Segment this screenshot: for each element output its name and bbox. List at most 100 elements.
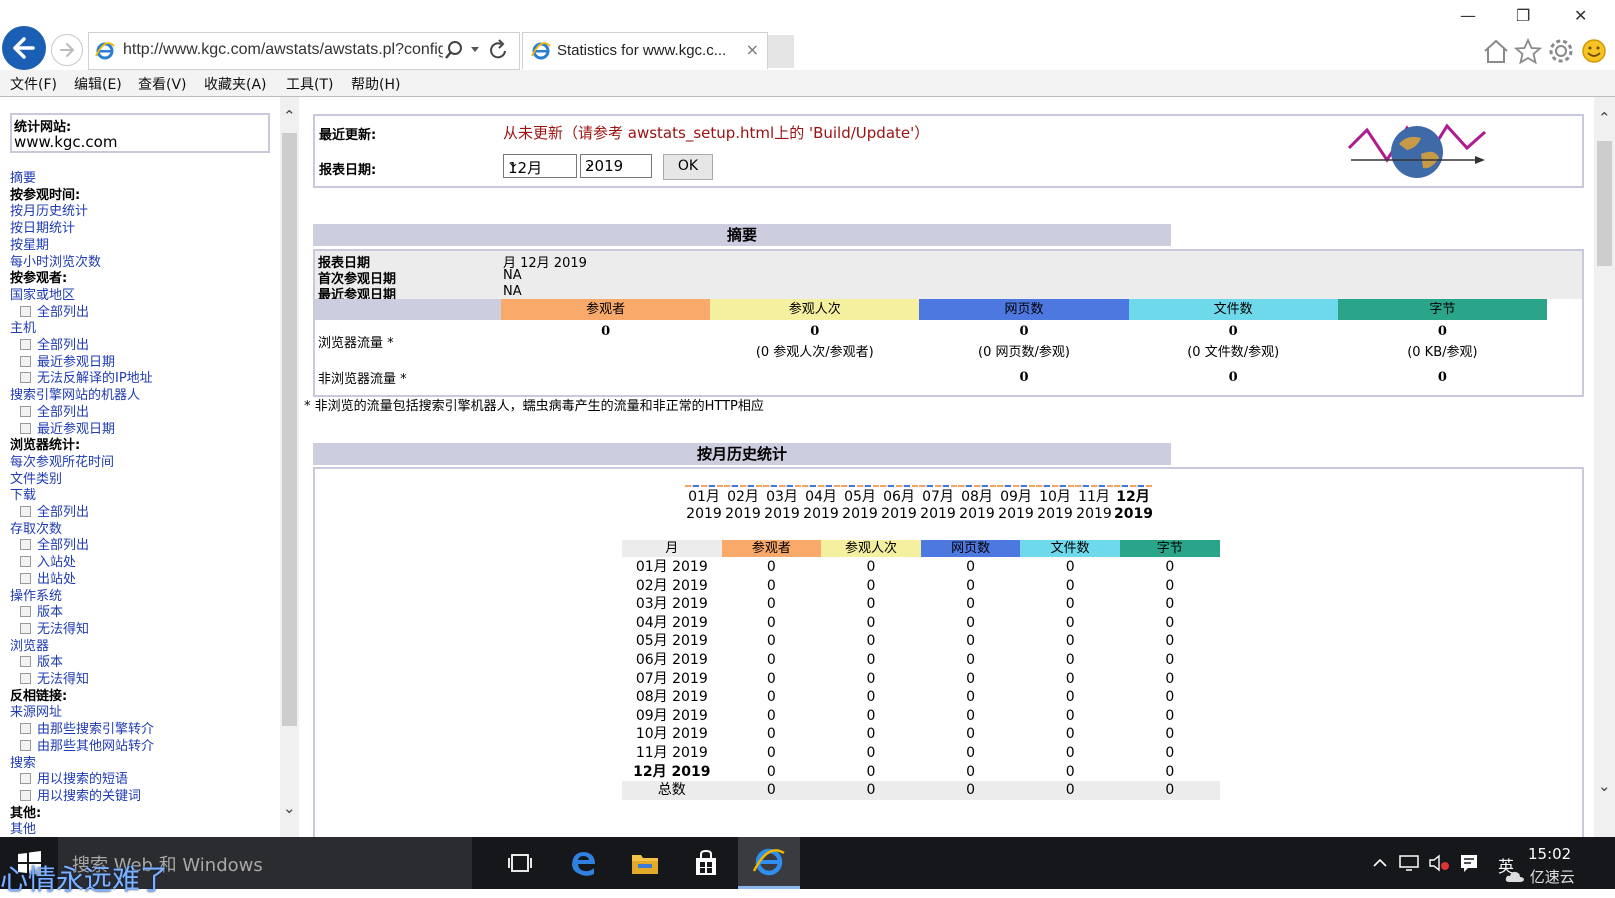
close-window-icon[interactable]: ✕ [1574, 6, 1587, 25]
nav-sub-link[interactable]: 全部列出 [20, 301, 89, 320]
nav-link[interactable]: 按月历史统计 [10, 200, 88, 219]
volume-muted-icon[interactable] [1425, 845, 1453, 881]
browser-traffic-value: 0 [601, 324, 611, 339]
favorites-star-icon[interactable] [1514, 38, 1542, 64]
back-button[interactable] [2, 26, 46, 70]
settings-gear-icon[interactable] [1547, 38, 1575, 64]
month-axis-year: 2019 [1037, 506, 1073, 522]
ok-button[interactable]: OK [663, 154, 713, 180]
nav-link[interactable]: 下载 [10, 484, 36, 503]
nav-sub-link[interactable]: 由那些搜索引擎转介 [20, 718, 154, 737]
main-scroll-thumb[interactable] [1597, 141, 1612, 266]
nav-sub-link[interactable]: 全部列出 [20, 534, 89, 553]
notifications-icon[interactable] [1455, 845, 1483, 881]
nav-link[interactable]: 按日期统计 [10, 217, 75, 236]
monthly-table-cell: 0 [1165, 670, 1175, 687]
nav-link[interactable]: 主机 [10, 317, 36, 336]
task-view-icon[interactable] [500, 845, 540, 881]
month-axis-label: 04月 2019 [802, 489, 840, 523]
month-bar-baseline [802, 485, 840, 487]
tray-chevron-up-icon[interactable] [1370, 845, 1390, 881]
store-icon[interactable] [686, 845, 726, 881]
nav-link[interactable]: 搜索 [10, 752, 36, 771]
nav-sub-link[interactable]: 出站处 [20, 568, 76, 587]
month-axis-month: 11月 [1078, 489, 1110, 505]
left-scroll-thumb[interactable] [282, 133, 297, 726]
menu-file[interactable]: 文件(F) [10, 74, 57, 94]
menu-edit[interactable]: 编辑(E) [74, 74, 122, 94]
edge-icon[interactable] [563, 845, 603, 881]
month-select[interactable]: 12月 ⌄ [503, 154, 577, 178]
summary-footnote: * 非浏览的流量包括搜索引擎机器人，蠕虫病毒产生的流量和非正常的HTTP相应 [304, 399, 764, 414]
home-icon[interactable] [1482, 38, 1510, 64]
nav-link[interactable]: 文件类别 [10, 468, 62, 487]
monthly-table-cell: 0 [966, 745, 976, 761]
month-axis-month: 08月 [961, 489, 993, 505]
monthly-table-cell: 0 [866, 670, 876, 687]
scroll-up-icon[interactable]: ⌃ [283, 107, 296, 125]
refresh-icon[interactable] [489, 39, 509, 61]
dropdown-icon[interactable] [470, 46, 480, 54]
menu-view[interactable]: 查看(V) [138, 74, 187, 94]
search-icon[interactable] [444, 40, 464, 60]
system-clock[interactable]: 15:02 [1528, 845, 1571, 863]
nav-link[interactable]: 按星期 [10, 234, 49, 253]
scroll-down-icon[interactable]: ⌄ [283, 799, 296, 817]
left-nav-frame: 统计网站: www.kgc.com 摘要 按参观时间: 按月历史统计 按日期统计 按星期… [0, 97, 300, 837]
nav-sub-link[interactable]: 版本 [20, 651, 63, 670]
nav-link[interactable]: 每次参观所花时间 [10, 451, 114, 470]
menu-favorites[interactable]: 收藏夹(A) [204, 74, 267, 94]
nav-sub-link[interactable]: 版本 [20, 601, 63, 620]
monthly-table-cell: 0 [966, 596, 976, 613]
monthly-table-cell: 0 [1065, 577, 1075, 594]
menu-tools[interactable]: 工具(T) [286, 74, 333, 94]
browser-traffic-value: 0 [810, 324, 820, 339]
nav-link[interactable]: 每小时浏览次数 [10, 251, 101, 270]
nav-link[interactable]: 其他 [10, 818, 36, 837]
nav-sub-link[interactable]: 最近参观日期 [20, 418, 115, 437]
nav-sub-link[interactable]: 全部列出 [20, 501, 89, 520]
nav-sub-link[interactable]: 最近参观日期 [20, 351, 115, 370]
nav-link[interactable]: 摘要 [10, 167, 36, 186]
taskbar-ie-active[interactable] [738, 837, 800, 889]
monthly-table-cell: 0 [866, 633, 876, 650]
file-explorer-icon[interactable] [625, 845, 665, 881]
nav-link[interactable]: 操作系统 [10, 585, 62, 604]
network-icon[interactable] [1395, 845, 1423, 881]
menu-help[interactable]: 帮助(H) [351, 74, 400, 94]
nav-sub-link[interactable]: 全部列出 [20, 334, 89, 353]
monthly-table-cell: 0 [766, 577, 776, 594]
new-tab-button[interactable] [768, 35, 794, 68]
forward-button[interactable] [51, 34, 83, 66]
nav-sub-link[interactable]: 用以搜索的短语 [20, 768, 128, 787]
nav-link[interactable]: 国家或地区 [10, 284, 75, 303]
nav-sub-link[interactable]: 用以搜索的关键词 [20, 785, 141, 804]
summary-title: 摘要 [313, 224, 1171, 246]
monthly-table-cell: 0 [966, 577, 976, 594]
nav-link[interactable]: 浏览器 [10, 635, 49, 654]
scroll-down-icon[interactable]: ⌄ [1598, 777, 1611, 795]
tab-close-icon[interactable]: × [746, 40, 759, 59]
url-text[interactable]: http://www.kgc.com/awstats/awstats.pl?co… [123, 41, 443, 59]
tab-statistics[interactable]: Statistics for www.kgc.c... × [522, 32, 768, 69]
browser-traffic-value: 0 [1437, 324, 1447, 339]
main-scrollbar[interactable]: ⌃ ⌄ [1594, 97, 1615, 837]
nav-sub-link[interactable]: 由那些其他网站转介 [20, 735, 154, 754]
nav-link[interactable]: 存取次数 [10, 518, 62, 537]
monthly-total-cell: 0 [1020, 781, 1120, 801]
nav-link[interactable]: 来源网址 [10, 701, 62, 720]
nav-sub-link[interactable]: 无法得知 [20, 618, 89, 637]
scroll-up-icon[interactable]: ⌃ [1598, 109, 1611, 127]
nav-sub-link[interactable]: 无法得知 [20, 668, 89, 687]
minimize-icon[interactable]: — [1460, 6, 1476, 25]
nav-sub-link[interactable]: 入站处 [20, 551, 76, 570]
nav-sub-link[interactable]: 无法反解译的IP地址 [20, 367, 153, 386]
monthly-table-cell: 0 [966, 689, 976, 706]
left-scrollbar[interactable]: ⌃ ⌄ [280, 97, 299, 837]
smiley-feedback-icon[interactable] [1580, 38, 1608, 64]
address-bar[interactable]: http://www.kgc.com/awstats/awstats.pl?co… [88, 32, 520, 70]
nav-sub-link[interactable]: 全部列出 [20, 401, 89, 420]
restore-icon[interactable]: ❐ [1516, 6, 1530, 25]
year-select[interactable]: 2019 ⌄ [580, 154, 652, 178]
nav-link[interactable]: 搜索引擎网站的机器人 [10, 384, 140, 403]
